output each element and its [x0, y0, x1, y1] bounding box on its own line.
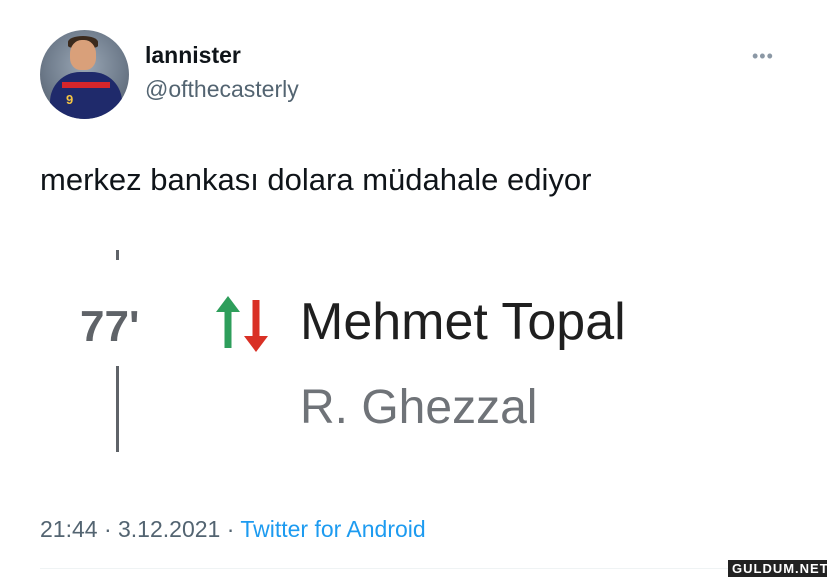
avatar[interactable]: 9: [40, 30, 129, 119]
author-handle[interactable]: @ofthecasterly: [145, 76, 299, 103]
timeline-tick-top: [116, 250, 119, 260]
watermark: GULDUM.NET: [728, 560, 827, 577]
avatar-shirt-number: 9: [66, 92, 74, 107]
tweet-text: merkez bankası dolara müdahale ediyor: [40, 162, 592, 197]
avatar-shirt: [50, 72, 122, 119]
avatar-head: [70, 40, 96, 70]
tweet-source-link[interactable]: Twitter for Android: [240, 516, 425, 542]
arrow-up-icon: [216, 296, 240, 348]
author-display-name[interactable]: lannister: [145, 42, 241, 69]
arrow-down-icon: [244, 300, 268, 352]
player-out-name: R. Ghezzal: [300, 381, 538, 434]
avatar-shirt-stripe: [62, 82, 110, 88]
tweet-media-image[interactable]: 77' Mehmet Topal R. Ghezzal: [70, 236, 690, 466]
tweet-timestamp[interactable]: 21:44 · 3.12.2021 ·: [40, 516, 240, 542]
more-options-icon[interactable]: •••: [752, 46, 774, 67]
substitution-minute: 77': [80, 302, 140, 351]
timeline-tick-bottom: [116, 366, 119, 452]
tweet-meta: 21:44 · 3.12.2021 · Twitter for Android: [40, 516, 426, 543]
substitution-arrows-icon: [216, 296, 268, 352]
player-in-name: Mehmet Topal: [300, 293, 626, 351]
divider: [40, 568, 827, 569]
